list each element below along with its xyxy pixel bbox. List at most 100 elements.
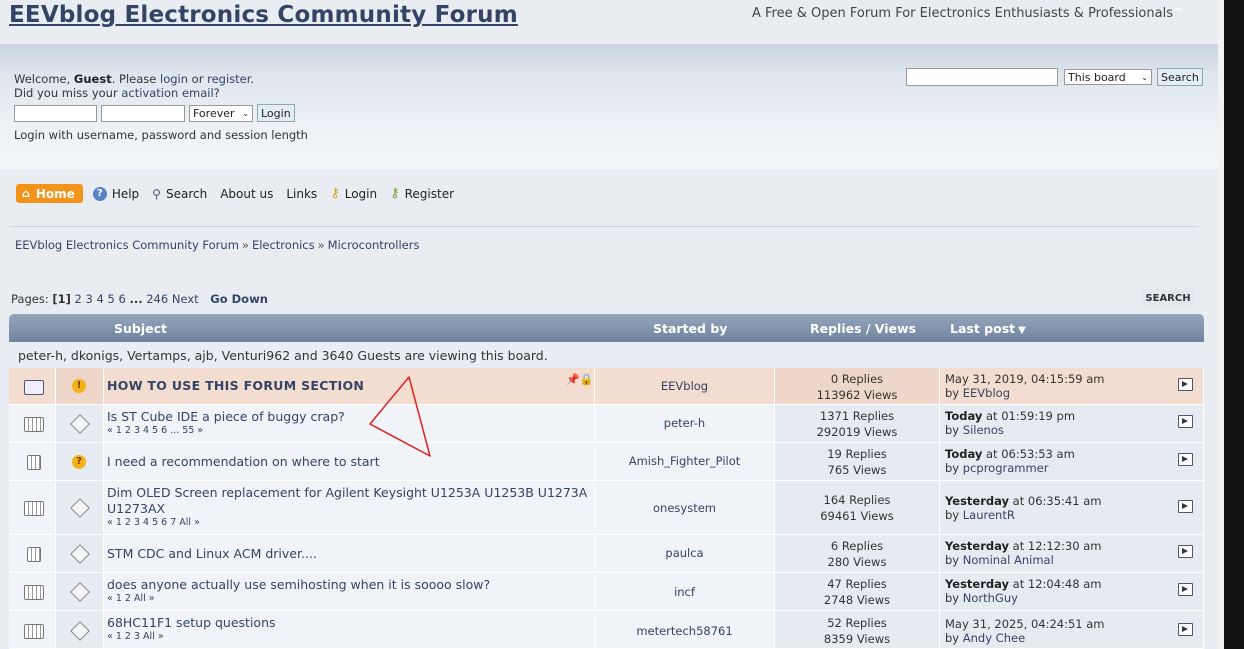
last-poster-link[interactable]: Andy Chee xyxy=(963,631,1025,645)
by-label: by xyxy=(945,423,963,437)
welcome-end: . xyxy=(250,72,255,86)
standard-post-icon xyxy=(70,544,90,564)
normal-topic-icon xyxy=(27,455,41,470)
topic-page-links[interactable]: « 1 2 3 All » xyxy=(104,631,594,642)
topic-table-header: Subject Started by Replies / Views Last … xyxy=(9,314,1204,342)
last-post-day: Yesterday xyxy=(945,494,1010,508)
page-link[interactable]: 5 xyxy=(108,292,115,306)
topic-row: does anyone actually use semihosting whe… xyxy=(9,573,1204,611)
topic-page-links[interactable]: « 1 2 All » xyxy=(104,593,594,604)
menu-home[interactable]: ⌂ Home xyxy=(16,184,83,203)
topic-page-links[interactable]: « 1 2 3 4 5 6 7 All » xyxy=(104,517,594,528)
reply-count: 6 Replies xyxy=(830,539,884,553)
username-input[interactable] xyxy=(14,104,97,122)
next-page-link[interactable]: Next xyxy=(172,292,199,306)
last-post-day: Today xyxy=(945,447,983,461)
breadcrumb-electronics[interactable]: Electronics xyxy=(252,238,315,252)
menu-links[interactable]: Links xyxy=(286,187,317,201)
started-by-header[interactable]: Started by xyxy=(653,321,727,336)
topic-subject-link[interactable]: I need a recommendation on where to star… xyxy=(104,443,594,470)
session-length-select[interactable]: Forever ⌄ xyxy=(189,104,253,122)
page-link[interactable]: 4 xyxy=(97,292,104,306)
topic-starter-link[interactable]: paulca xyxy=(665,546,703,560)
forum-tagline: A Free & Open Forum For Electronics Enth… xyxy=(752,6,1173,21)
search-input[interactable] xyxy=(906,68,1058,86)
login-button[interactable]: Login xyxy=(257,104,295,122)
last-post-header[interactable]: Last post ▼ xyxy=(950,321,1026,336)
go-down-link[interactable]: Go Down xyxy=(210,292,268,306)
go-to-last-post-icon[interactable] xyxy=(1178,500,1193,513)
go-to-last-post-icon[interactable] xyxy=(1178,623,1193,636)
go-to-last-post-icon[interactable] xyxy=(1178,453,1193,466)
last-poster-link[interactable]: LaurentR xyxy=(963,508,1015,522)
topic-subject-link[interactable]: HOW TO USE THIS FORUM SECTION xyxy=(104,368,594,394)
search-scope-select[interactable]: This board ⌄ xyxy=(1064,69,1152,85)
go-to-last-post-icon[interactable] xyxy=(1178,583,1193,596)
topic-starter-link[interactable]: EEVblog xyxy=(661,379,708,393)
last-post-date: May 31, 2025, 04:24:51 am xyxy=(945,617,1105,631)
topic-page-links[interactable]: « 1 2 3 4 5 6 ... 55 » xyxy=(104,425,594,436)
welcome-prefix: Welcome, xyxy=(14,72,74,86)
reply-count: 52 Replies xyxy=(827,616,887,630)
starter-cell: paulca xyxy=(595,535,775,573)
topic-subject-link[interactable]: 68HC11F1 setup questions xyxy=(104,611,594,631)
forum-title-link[interactable]: EEVblog Electronics Community Forum xyxy=(9,2,518,28)
last-poster-link[interactable]: NorthGuy xyxy=(963,591,1018,605)
breadcrumb-separator: » xyxy=(241,238,249,252)
topic-starter-link[interactable]: Amish_Fighter_Pilot xyxy=(629,454,741,468)
view-count: 8359 Views xyxy=(823,632,891,646)
board-search-button[interactable]: SEARCH xyxy=(1142,289,1194,307)
go-to-last-post-icon[interactable] xyxy=(1178,415,1193,428)
starter-cell: metertech58761 xyxy=(595,611,775,649)
standard-post-icon xyxy=(70,498,90,518)
subject-cell: Dim OLED Screen replacement for Agilent … xyxy=(104,481,595,535)
page-link[interactable]: 2 xyxy=(75,292,82,306)
menu-login-label: Login xyxy=(344,186,378,201)
topic-subject-link[interactable]: Is ST Cube IDE a piece of buggy crap? xyxy=(104,405,594,425)
subject-cell: does anyone actually use semihosting whe… xyxy=(104,573,595,611)
welcome-message: Welcome, Guest. Please login or register… xyxy=(14,72,254,100)
menu-about[interactable]: About us xyxy=(220,187,273,201)
collapse-header-icon[interactable]: ⌃ xyxy=(1172,4,1185,23)
last-poster-link[interactable]: Nominal Animal xyxy=(963,553,1054,567)
topic-starter-link[interactable]: onesystem xyxy=(653,501,716,515)
menu-register[interactable]: ⚷ Register xyxy=(390,186,454,201)
window-edge xyxy=(1218,0,1244,649)
menu-help[interactable]: ? Help xyxy=(92,186,139,201)
page-link[interactable]: 3 xyxy=(86,292,93,306)
last-poster-link[interactable]: pcprogrammer xyxy=(963,461,1049,475)
register-link[interactable]: register xyxy=(207,72,250,86)
search-button[interactable]: Search xyxy=(1157,68,1203,86)
breadcrumb-microcontrollers[interactable]: Microcontrollers xyxy=(328,238,420,252)
subject-cell: HOW TO USE THIS FORUM SECTION 📌🔒 xyxy=(104,368,595,405)
by-label: by xyxy=(945,631,963,645)
last-poster-link[interactable]: EEVblog xyxy=(963,386,1010,400)
password-input[interactable] xyxy=(101,104,185,122)
replies-views-header[interactable]: Replies / Views xyxy=(810,321,916,336)
topic-subject-link[interactable]: Dim OLED Screen replacement for Agilent … xyxy=(104,481,594,517)
page-link[interactable]: 246 xyxy=(146,292,168,306)
last-post-day: Yesterday xyxy=(945,577,1010,591)
topic-icon-cell xyxy=(9,405,56,443)
page-ellipsis: ... xyxy=(129,292,143,306)
topic-starter-link[interactable]: metertech58761 xyxy=(636,624,732,638)
page-link[interactable]: 6 xyxy=(118,292,125,306)
activation-end: ? xyxy=(213,86,220,100)
topic-subject-link[interactable]: does anyone actually use semihosting whe… xyxy=(104,573,594,593)
breadcrumb-forum[interactable]: EEVblog Electronics Community Forum xyxy=(15,238,239,252)
topic-starter-link[interactable]: peter-h xyxy=(664,416,705,430)
topic-icon-cell xyxy=(9,368,56,405)
topic-starter-link[interactable]: incf xyxy=(674,585,695,599)
menu-login[interactable]: ⚷ Login xyxy=(330,186,377,201)
subject-header[interactable]: Subject xyxy=(114,321,167,336)
topic-subject-link[interactable]: STM CDC and Linux ACM driver.... xyxy=(104,535,594,562)
go-to-last-post-icon[interactable] xyxy=(1178,378,1193,391)
activation-email-link[interactable]: activation email xyxy=(121,86,213,100)
last-poster-link[interactable]: Silenos xyxy=(963,423,1004,437)
search-form: This board ⌄ Search xyxy=(906,68,1203,86)
page: EEVblog Electronics Community Forum A Fr… xyxy=(0,0,1218,649)
topic-icon-cell xyxy=(9,573,56,611)
menu-search[interactable]: ⚲ Search xyxy=(152,187,207,201)
login-link[interactable]: login xyxy=(160,72,188,86)
go-to-last-post-icon[interactable] xyxy=(1178,545,1193,558)
